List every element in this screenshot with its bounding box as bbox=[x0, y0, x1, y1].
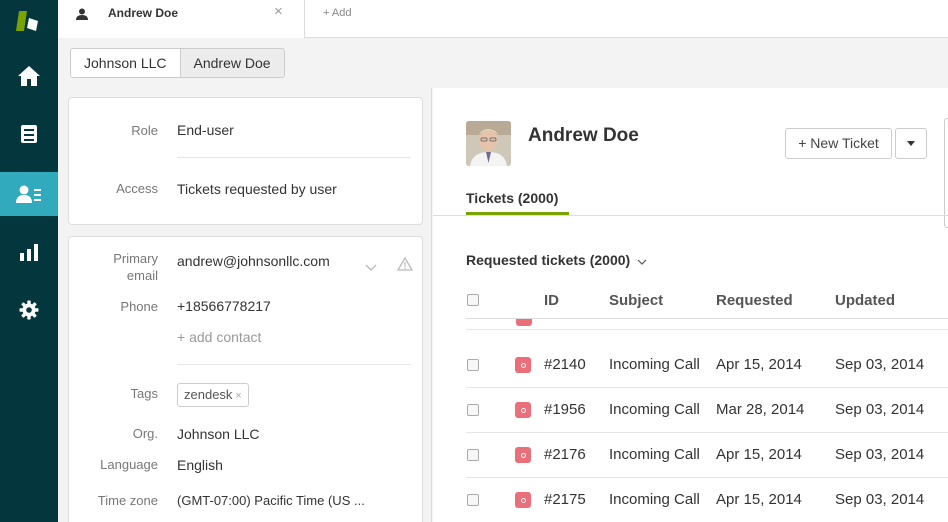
ticket-subject[interactable]: Incoming Call bbox=[609, 446, 700, 463]
chevron-down-icon[interactable] bbox=[365, 259, 377, 277]
ticket-subject[interactable]: Incoming Call bbox=[609, 356, 700, 373]
caret-down-icon bbox=[907, 141, 915, 146]
warning-icon[interactable] bbox=[396, 256, 414, 276]
add-contact-link[interactable]: + add contact bbox=[177, 328, 261, 346]
tab-tickets[interactable]: Tickets (2000) bbox=[466, 190, 558, 206]
column-header-requested[interactable]: Requested bbox=[716, 292, 793, 309]
ticket-requested: Apr 15, 2014 bbox=[716, 491, 802, 508]
customers-icon[interactable] bbox=[0, 172, 58, 216]
primary-email-label: Primary bbox=[113, 251, 158, 266]
ticket-view-selector[interactable]: Requested tickets (2000) bbox=[466, 252, 647, 268]
tab-andrew-doe[interactable]: Andrew Doe × bbox=[58, 0, 305, 38]
timezone-select[interactable]: (GMT-07:00) Pacific Time (US ... bbox=[177, 492, 365, 510]
language-select[interactable]: English bbox=[177, 456, 223, 474]
ticket-id[interactable]: #1956 bbox=[544, 401, 586, 418]
row-checkbox[interactable] bbox=[467, 359, 479, 371]
ticket-updated: Sep 03, 2014 bbox=[835, 356, 925, 373]
tag-remove-icon[interactable]: × bbox=[235, 390, 241, 402]
avatar bbox=[466, 121, 511, 166]
phone-field[interactable]: +18566778217 bbox=[177, 297, 271, 315]
ticket-updated: Sep 03, 2014 bbox=[835, 491, 925, 508]
breadcrumb-org[interactable]: Johnson LLC bbox=[70, 48, 181, 78]
more-actions-button[interactable] bbox=[895, 128, 927, 159]
row-checkbox[interactable] bbox=[467, 494, 479, 506]
tag-text: zendesk bbox=[184, 387, 233, 402]
ticket-requested: Apr 15, 2014 bbox=[716, 446, 802, 463]
ticket-subject[interactable]: Incoming Call bbox=[609, 491, 700, 508]
divider bbox=[466, 329, 948, 330]
status-badge bbox=[515, 492, 531, 508]
gear-icon[interactable] bbox=[0, 288, 58, 332]
user-icon bbox=[76, 7, 88, 25]
divider bbox=[177, 157, 411, 158]
status-badge bbox=[515, 402, 531, 418]
user-contact-card: Primary email andrew@johnsonllc.com Phon… bbox=[68, 236, 423, 522]
org-field[interactable]: Johnson LLC bbox=[177, 425, 260, 443]
divider bbox=[466, 477, 948, 478]
language-label: Language bbox=[100, 457, 158, 472]
tag-pill[interactable]: zendesk × bbox=[177, 383, 249, 407]
views-icon[interactable] bbox=[0, 112, 58, 156]
ticket-requested: Mar 28, 2014 bbox=[716, 401, 805, 418]
breadcrumb-user[interactable]: Andrew Doe bbox=[180, 48, 285, 78]
ticket-id[interactable]: #2175 bbox=[544, 491, 586, 508]
email-field[interactable]: andrew@johnsonllc.com bbox=[177, 252, 330, 270]
user-tickets-pane: Andrew Doe + New Ticket Tickets (2000) R… bbox=[433, 88, 948, 522]
add-tab-button[interactable]: + Add bbox=[323, 7, 351, 19]
column-header-subject[interactable]: Subject bbox=[609, 292, 663, 309]
tab-title: Andrew Doe bbox=[108, 6, 179, 20]
tab-bar: Andrew Doe × + Add bbox=[58, 0, 948, 38]
user-details-pane: Role End-user Access Tickets requested b… bbox=[58, 88, 432, 522]
ticket-updated: Sep 03, 2014 bbox=[835, 401, 925, 418]
user-role-card: Role End-user Access Tickets requested b… bbox=[68, 97, 423, 225]
breadcrumb: Johnson LLC Andrew Doe bbox=[70, 48, 285, 78]
divider bbox=[466, 432, 948, 433]
divider bbox=[177, 364, 411, 365]
new-ticket-button[interactable]: + New Ticket bbox=[785, 128, 892, 159]
org-label: Org. bbox=[132, 426, 158, 441]
row-checkbox[interactable] bbox=[467, 449, 479, 461]
primary-email-label-2: email bbox=[126, 268, 158, 283]
select-all-checkbox[interactable] bbox=[467, 294, 479, 306]
divider bbox=[466, 387, 948, 388]
reports-icon[interactable] bbox=[0, 230, 58, 274]
column-header-id[interactable]: ID bbox=[544, 292, 559, 309]
access-label: Access bbox=[116, 181, 158, 196]
logo-icon[interactable] bbox=[0, 0, 58, 46]
divider bbox=[433, 215, 948, 216]
ticket-subject[interactable]: Incoming Call bbox=[609, 401, 700, 418]
row-checkbox[interactable] bbox=[467, 404, 479, 416]
status-badge bbox=[515, 357, 531, 373]
ticket-updated: Sep 03, 2014 bbox=[835, 446, 925, 463]
timezone-label: Time zone bbox=[97, 493, 158, 508]
column-header-updated[interactable]: Updated bbox=[835, 292, 895, 309]
role-label: Role bbox=[131, 123, 158, 138]
phone-label: Phone bbox=[120, 299, 158, 314]
chevron-down-icon bbox=[637, 259, 647, 265]
side-panel-edge bbox=[944, 118, 948, 228]
sidebar bbox=[0, 0, 58, 522]
ticket-id[interactable]: #2140 bbox=[544, 356, 586, 373]
partially-scrolled-row bbox=[466, 319, 948, 328]
ticket-requested: Apr 15, 2014 bbox=[716, 356, 802, 373]
ticket-view-label: Requested tickets (2000) bbox=[466, 252, 631, 268]
access-select[interactable]: Tickets requested by user bbox=[177, 180, 337, 198]
role-select[interactable]: End-user bbox=[177, 121, 234, 139]
status-badge bbox=[515, 447, 531, 463]
page-title: Andrew Doe bbox=[528, 125, 639, 146]
ticket-id[interactable]: #2176 bbox=[544, 446, 586, 463]
close-icon[interactable]: × bbox=[274, 3, 283, 20]
home-icon[interactable] bbox=[0, 54, 58, 98]
tags-label: Tags bbox=[130, 386, 158, 401]
